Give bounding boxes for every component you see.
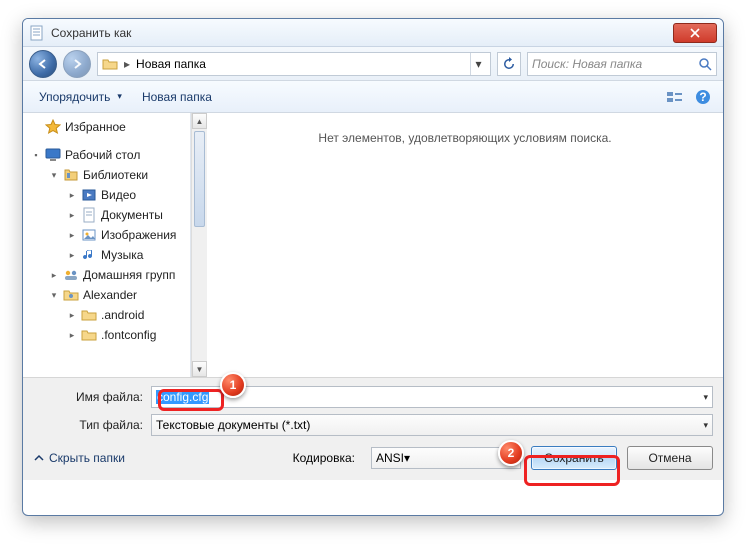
nav-back-button[interactable] [29, 50, 57, 78]
tree-scrollbar[interactable]: ▲ ▼ [191, 113, 207, 377]
chevron-down-icon[interactable]: ▾ [404, 451, 410, 465]
organize-menu[interactable]: Упорядочить [31, 87, 130, 107]
tree-favorites[interactable]: Избранное [23, 117, 190, 137]
arrow-left-icon [37, 58, 49, 70]
tree-documents[interactable]: ▸ Документы [23, 205, 190, 225]
arrow-right-icon [71, 58, 83, 70]
search-placeholder: Поиск: Новая папка [532, 57, 712, 71]
breadcrumb-segment[interactable]: Новая папка [136, 57, 206, 71]
tree-desktop[interactable]: ▪ Рабочий стол [23, 145, 190, 165]
encoding-value: ANSI [376, 451, 404, 465]
tree-homegroup[interactable]: ▸ Домашняя групп [23, 265, 190, 285]
navigation-bar: ▸ Новая папка ▾ Поиск: Новая папка [23, 47, 723, 81]
refresh-icon [502, 57, 516, 71]
empty-message: Нет элементов, удовлетворяющих условиям … [318, 131, 611, 377]
tree-video[interactable]: ▸ Видео [23, 185, 190, 205]
user-folder-icon [63, 287, 79, 303]
hide-folders-link[interactable]: Скрыть папки [33, 451, 125, 465]
filetype-dropdown[interactable]: Текстовые документы (*.txt) ▾ [151, 414, 713, 436]
folder-icon [81, 327, 97, 343]
tree-libraries[interactable]: ▾ Библиотеки [23, 165, 190, 185]
titlebar: Сохранить как [23, 19, 723, 47]
chevron-up-icon [33, 452, 45, 464]
tree-user[interactable]: ▾ Alexander [23, 285, 190, 305]
filetype-value: Текстовые документы (*.txt) [156, 418, 310, 432]
scroll-down-button[interactable]: ▼ [192, 361, 207, 377]
svg-text:?: ? [699, 90, 706, 104]
cancel-button[interactable]: Отмена [627, 446, 713, 470]
navigation-tree[interactable]: Избранное ▪ Рабочий стол ▾ Библиотеки ▸ … [23, 113, 191, 377]
encoding-label: Кодировка: [293, 451, 361, 465]
nav-forward-button[interactable] [63, 50, 91, 78]
tree-folder-fontconfig[interactable]: ▸ .fontconfig [23, 325, 190, 345]
view-options-button[interactable] [663, 85, 687, 109]
bottom-panel: Имя файла: config.cfg ▾ Тип файла: Текст… [23, 377, 723, 480]
save-as-dialog: Сохранить как ▸ Новая папка ▾ Поиск: Нов… [22, 18, 724, 516]
chevron-down-icon[interactable]: ▾ [703, 420, 708, 431]
tree-music[interactable]: ▸ Музыка [23, 245, 190, 265]
annotation-marker-2: 2 [498, 440, 524, 466]
homegroup-icon [63, 267, 79, 283]
help-icon: ? [695, 89, 711, 105]
video-icon [81, 187, 97, 203]
search-icon [698, 57, 712, 71]
folder-icon [102, 56, 118, 72]
filename-label: Имя файла: [33, 390, 151, 404]
filename-value[interactable]: config.cfg [156, 390, 209, 404]
folder-icon [81, 307, 97, 323]
annotation-marker-1: 1 [220, 372, 246, 398]
address-bar[interactable]: ▸ Новая папка ▾ [97, 52, 491, 76]
view-icon [666, 90, 684, 104]
toolbar: Упорядочить Новая папка ? [23, 81, 723, 113]
desktop-icon [45, 147, 61, 163]
scroll-thumb[interactable] [194, 131, 205, 227]
chevron-right-icon: ▸ [122, 57, 132, 71]
file-list-pane[interactable]: Нет элементов, удовлетворяющих условиям … [207, 113, 723, 377]
filetype-label: Тип файла: [33, 418, 151, 432]
search-input[interactable]: Поиск: Новая папка [527, 52, 717, 76]
close-button[interactable] [673, 23, 717, 43]
new-folder-button[interactable]: Новая папка [134, 87, 220, 107]
refresh-button[interactable] [497, 52, 521, 76]
address-dropdown[interactable]: ▾ [470, 53, 486, 75]
images-icon [81, 227, 97, 243]
document-icon [81, 207, 97, 223]
scroll-up-button[interactable]: ▲ [192, 113, 207, 129]
tree-images[interactable]: ▸ Изображения [23, 225, 190, 245]
tree-folder-android[interactable]: ▸ .android [23, 305, 190, 325]
star-icon [45, 119, 61, 135]
music-icon [81, 247, 97, 263]
notepad-icon [29, 25, 45, 41]
close-icon [690, 28, 700, 38]
help-button[interactable]: ? [691, 85, 715, 109]
save-button[interactable]: Сохранить [531, 446, 617, 470]
dialog-body: Избранное ▪ Рабочий стол ▾ Библиотеки ▸ … [23, 113, 723, 377]
chevron-down-icon[interactable]: ▾ [703, 392, 708, 403]
window-title: Сохранить как [51, 26, 673, 40]
libraries-icon [63, 167, 79, 183]
